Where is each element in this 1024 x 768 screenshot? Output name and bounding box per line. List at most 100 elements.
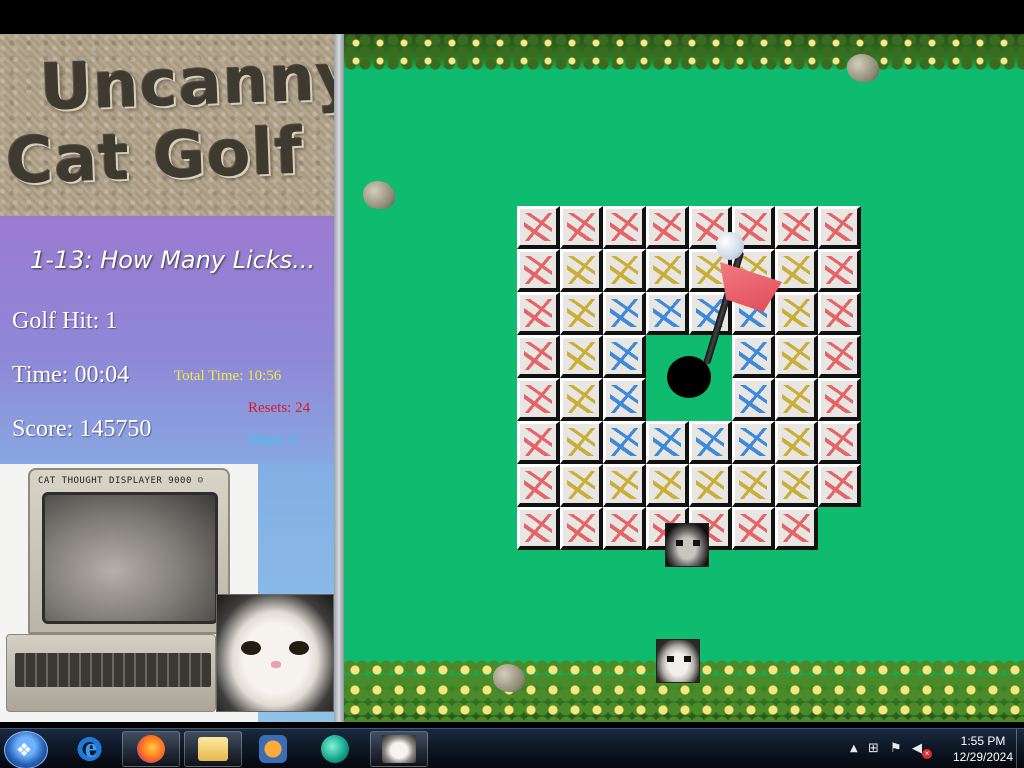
tile-red (775, 507, 818, 550)
total-time: Total Time: 10:56 (174, 368, 282, 384)
tile-yellow (560, 335, 603, 378)
golf-course[interactable] (344, 34, 1024, 722)
clock-date[interactable]: 12/29/2024 (950, 750, 1016, 764)
tile-yellow (732, 464, 775, 507)
cat-thought-display: CAT THOUGHT DISPLAYER 9000 ☺ (0, 464, 334, 722)
tile-red (517, 206, 560, 249)
level-title: 1-13: How Many Licks... (30, 246, 316, 274)
monitor-screen (42, 492, 218, 624)
tile-yellow (603, 249, 646, 292)
taskbar: ❖ e ▲ ⊞ ⚑ ◀ × 1:55 PM 12/29/2024 (0, 728, 1024, 768)
cat-nose (271, 661, 281, 668)
tile-yellow (560, 464, 603, 507)
app-icon (321, 735, 349, 763)
monitor: CAT THOUGHT DISPLAYER 9000 ☺ (28, 468, 230, 634)
tile-yellow (560, 249, 603, 292)
tile-red (775, 206, 818, 249)
tile-red (646, 206, 689, 249)
system-tray: ▲ ⊞ ⚑ ◀ × 1:55 PM 12/29/2024 (834, 729, 1024, 768)
taskbar-ie-button[interactable]: e (62, 731, 120, 767)
taskbar-firefox-button[interactable] (122, 731, 180, 767)
tile-red (603, 206, 646, 249)
keyboard (6, 634, 216, 712)
tile-blue (732, 335, 775, 378)
action-center-flag-icon[interactable]: ⚑ (890, 741, 902, 756)
tile-yellow (775, 464, 818, 507)
tile-yellow (560, 292, 603, 335)
tile-yellow (689, 464, 732, 507)
tile-blue (603, 335, 646, 378)
show-hidden-icons-icon[interactable]: ▲ (850, 743, 858, 754)
tile-blue (689, 421, 732, 464)
tile-blue (732, 378, 775, 421)
media-player-icon (259, 735, 287, 763)
logo-line-2: Cat Golf (4, 114, 305, 200)
taskbar-app-button[interactable] (306, 731, 364, 767)
tile-blue (732, 421, 775, 464)
game-logo: Uncanny Cat Golf (0, 34, 360, 216)
tile-red (818, 378, 861, 421)
resets-counter: Resets: 24 (248, 400, 311, 416)
tile-red (818, 249, 861, 292)
panel-divider (334, 34, 344, 722)
start-button[interactable]: ❖ (4, 731, 48, 768)
volume-icon[interactable]: ◀ (912, 741, 922, 756)
cat-eye-right (289, 641, 309, 655)
tile-blue (646, 292, 689, 335)
clock-time[interactable]: 1:55 PM (950, 734, 1016, 748)
logo-line-1: Uncanny (38, 40, 360, 126)
tile-blue (603, 292, 646, 335)
cat-head-obstacle (665, 523, 709, 567)
cat-eyes (676, 540, 700, 546)
tile-red (517, 292, 560, 335)
taskbar-media-button[interactable] (244, 731, 302, 767)
network-icon[interactable]: ⊞ (868, 741, 879, 756)
folder-icon (198, 737, 228, 761)
skips-counter: Skips: 0 (248, 432, 297, 448)
taskbar-explorer-button[interactable] (184, 731, 242, 767)
ie-icon: e (77, 733, 105, 764)
tile-yellow (775, 335, 818, 378)
tile-red (818, 206, 861, 249)
cat-face-image (216, 594, 334, 712)
monitor-label: CAT THOUGHT DISPLAYER 9000 ☺ (38, 476, 204, 486)
empty-cell (818, 507, 861, 550)
tile-red (818, 421, 861, 464)
tile-yellow (603, 464, 646, 507)
windows-logo-icon: ❖ (16, 740, 33, 761)
tile-yellow (560, 378, 603, 421)
flower-hedge-top (344, 34, 1024, 70)
keyboard-keys (15, 653, 211, 687)
mute-indicator-icon: × (922, 749, 932, 759)
tile-red (732, 507, 775, 550)
stats-panel: 1-13: How Many Licks... Golf Hit: 1 Time… (0, 216, 334, 464)
tile-blue (646, 421, 689, 464)
golf-hit-counter: Golf Hit: 1 (12, 308, 118, 334)
level-timer: Time: 00:04 (12, 362, 130, 388)
tile-yellow (775, 249, 818, 292)
tile-blue (603, 378, 646, 421)
show-desktop-button[interactable] (1016, 729, 1024, 768)
tile-red (517, 249, 560, 292)
tile-blue (603, 421, 646, 464)
tile-red (517, 335, 560, 378)
tile-yellow (560, 421, 603, 464)
taskbar-cat-golf-button[interactable] (370, 731, 428, 767)
score: Score: 145750 (12, 416, 152, 442)
cat-golf-ball[interactable] (656, 639, 700, 683)
tile-red (603, 507, 646, 550)
tile-red (560, 206, 603, 249)
tile-red (517, 464, 560, 507)
cat-eye-left (241, 641, 261, 655)
tile-red (517, 507, 560, 550)
tile-red (818, 292, 861, 335)
tile-yellow (646, 464, 689, 507)
tile-red (517, 421, 560, 464)
tile-yellow (775, 292, 818, 335)
rock-obstacle (493, 664, 525, 692)
tile-yellow (646, 249, 689, 292)
cat-eyes (667, 656, 691, 662)
cat-icon (382, 735, 416, 763)
left-panel: Uncanny Cat Golf 1-13: How Many Licks...… (0, 34, 360, 722)
tile-red (818, 335, 861, 378)
